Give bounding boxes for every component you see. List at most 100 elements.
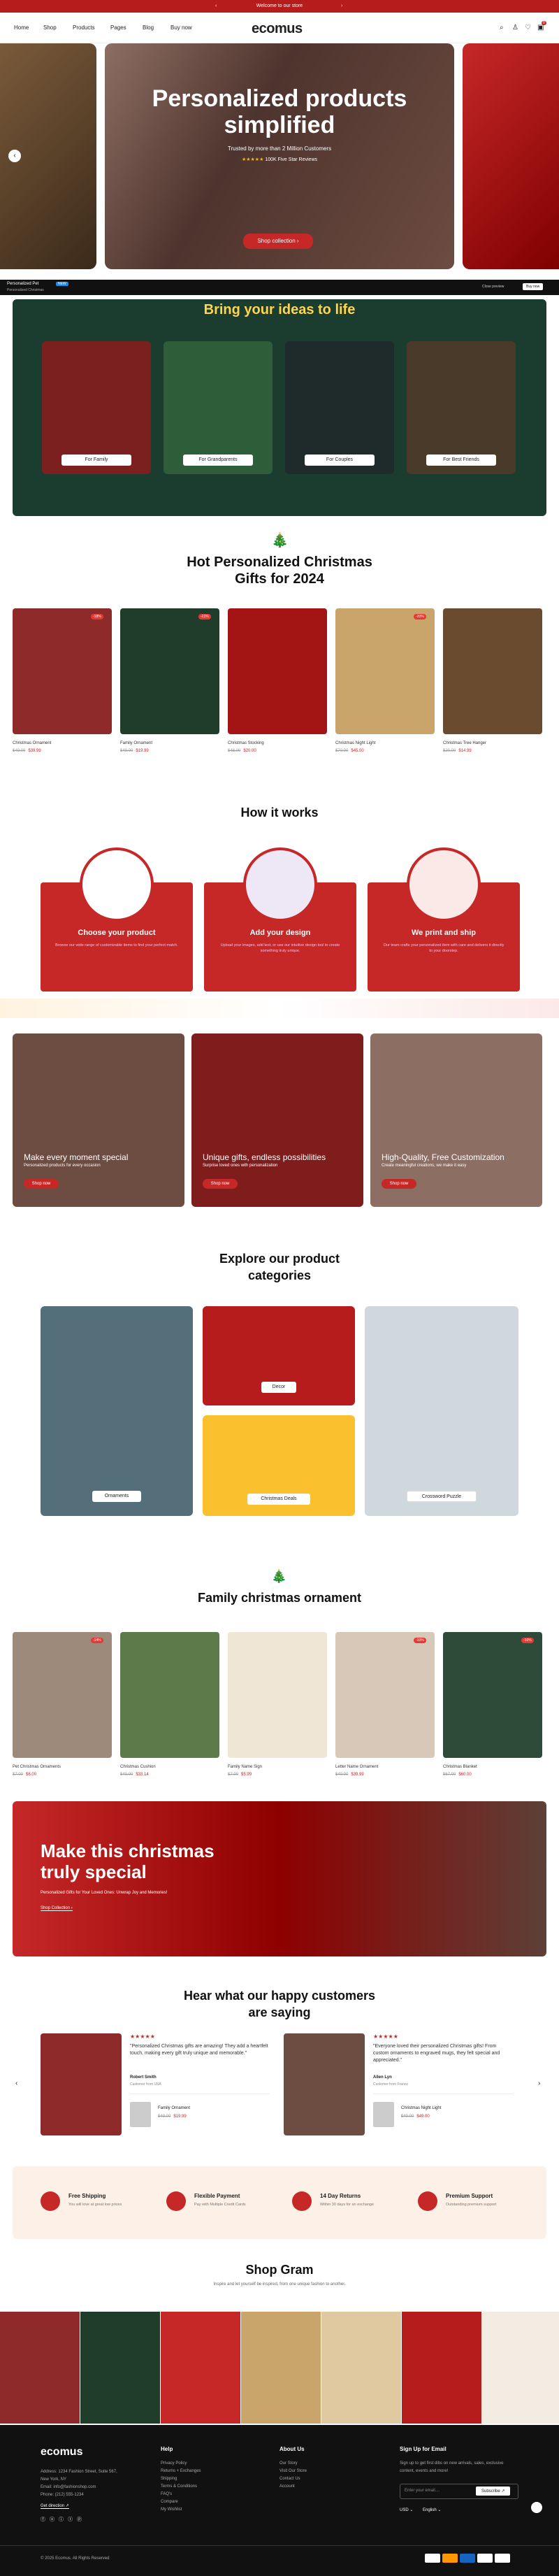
banner-shop-button[interactable]: Shop now (24, 1179, 59, 1189)
site-logo[interactable]: ecomus (252, 21, 303, 37)
idea-label-grandparents: For Grandparents (183, 455, 253, 466)
testimonial-product-name[interactable]: Family Ornament (158, 2106, 190, 2110)
gram-image[interactable] (482, 2312, 559, 2424)
product-title[interactable]: Letter Name Ornament (335, 1765, 378, 1769)
footer-phone[interactable]: Phone: (212) 555-1234 (41, 2491, 117, 2499)
category-ornaments[interactable]: Ornaments (41, 1306, 193, 1516)
testimonial-product-name[interactable]: Christmas Night Light (401, 2106, 441, 2110)
shopgram-title: Shop Gram (245, 2263, 314, 2277)
product-image[interactable] (335, 608, 435, 734)
instagram-icon[interactable]: ⓘ (59, 2517, 68, 2522)
product-title[interactable]: Christmas Blanket (443, 1765, 477, 1769)
product-title[interactable]: Christmas Night Light (335, 741, 375, 745)
footer-about-link[interactable]: Account (280, 2483, 307, 2491)
footer-directions[interactable]: Get direction ↗ (41, 2503, 69, 2509)
footer-help-link[interactable]: Shipping (161, 2475, 201, 2483)
testimonial-product-thumb[interactable] (130, 2102, 151, 2127)
prev-announcement-icon[interactable]: ‹ (215, 0, 217, 13)
testimonial-product-thumb[interactable] (373, 2102, 394, 2127)
product-image[interactable] (13, 608, 112, 734)
idea-card-grandparents[interactable]: For Grandparents (164, 341, 273, 474)
gram-image[interactable] (80, 2312, 160, 2424)
product-image[interactable] (443, 608, 542, 734)
footer-help-link[interactable]: Terms & Conditions (161, 2483, 201, 2491)
product-title[interactable]: Christmas Ornament (13, 741, 51, 745)
xmas-shop-button[interactable]: Shop Collection › (41, 1906, 73, 1911)
idea-card-family[interactable]: For Family (42, 341, 151, 474)
idea-card-couples[interactable]: For Couples (285, 341, 394, 474)
testimonial-prev-icon[interactable]: ‹ (15, 2080, 17, 2087)
discount-badge: -20% (414, 614, 426, 620)
feature-title: Premium Support (446, 2193, 493, 2199)
family-title: Family christmas ornament (197, 1591, 362, 1605)
product-price: $40.00 $33.14 (120, 1773, 149, 1777)
product-title[interactable]: Christmas Cushion (120, 1765, 156, 1769)
next-announcement-icon[interactable]: › (341, 0, 342, 13)
nav-shop[interactable]: Shop (43, 24, 57, 31)
promo-banner[interactable]: Unique gifts, endless possibilities Surpr… (191, 1033, 363, 1207)
category-crossword[interactable]: Crossword Puzzle (365, 1306, 518, 1516)
account-icon[interactable]: ♙ (512, 24, 518, 31)
footer-logo[interactable]: ecomus (41, 2446, 82, 2459)
nav-home[interactable]: Home (14, 24, 29, 31)
buy-now-button[interactable]: Buy now (523, 283, 544, 290)
footer-about-link[interactable]: Visit Our Store (280, 2468, 307, 2475)
language-select[interactable]: English (423, 2508, 437, 2512)
footer-email[interactable]: Email: info@fashionshop.com (41, 2484, 117, 2491)
discount-badge: -14% (91, 1638, 103, 1643)
product-title[interactable]: Family Ornament (120, 741, 152, 745)
footer-help-link[interactable]: Returns + Exchanges (161, 2468, 201, 2475)
product-image[interactable] (120, 608, 219, 734)
product-image[interactable] (228, 608, 327, 734)
category-christmas-deals[interactable]: Christmas Deals (203, 1415, 355, 1516)
footer-help-link[interactable]: FAQ's (161, 2491, 201, 2498)
hot-title-line2: Gifts for 2024 (235, 571, 324, 587)
nav-products[interactable]: Products (73, 24, 95, 31)
footer-help-link[interactable]: My Wishlist (161, 2506, 201, 2514)
gram-image[interactable] (161, 2312, 240, 2424)
footer-about-link[interactable]: Contact Us (280, 2475, 307, 2483)
tiktok-icon[interactable]: ⓣ (68, 2517, 77, 2522)
product-title[interactable]: Pet Christmas Ornaments (13, 1765, 61, 1769)
nav-buy-now[interactable]: Buy now (170, 24, 192, 31)
facebook-icon[interactable]: ⓕ (41, 2517, 50, 2522)
wishlist-icon[interactable]: ♡ (525, 24, 531, 31)
product-title[interactable]: Christmas Stocking (228, 741, 264, 745)
banner-shop-button[interactable]: Shop now (203, 1179, 238, 1189)
banner-shop-button[interactable]: Shop now (382, 1179, 416, 1189)
currency-select[interactable]: USD (400, 2508, 409, 2512)
back-to-top-button[interactable] (531, 2502, 542, 2513)
category-decor[interactable]: Decor (203, 1306, 355, 1405)
gram-image[interactable] (402, 2312, 481, 2424)
subscribe-button[interactable]: Subscribe ↗ (476, 2486, 511, 2496)
gram-image[interactable] (321, 2312, 401, 2424)
shopgram-sub: Inspire and let yourself be inspired, fr… (213, 2282, 346, 2287)
product-title[interactable]: Christmas Tree Hanger (443, 741, 486, 745)
nav-pages[interactable]: Pages (110, 24, 126, 31)
product-title[interactable]: Family Name Sign (228, 1765, 262, 1769)
product-image[interactable] (13, 1632, 112, 1758)
search-icon[interactable]: ⌕ (500, 24, 504, 31)
footer-help-link[interactable]: Compare (161, 2498, 201, 2506)
gram-image[interactable] (0, 2312, 80, 2424)
banner-title: Make every moment special (24, 1152, 129, 1162)
product-image[interactable] (335, 1632, 435, 1758)
testimonial-next-icon[interactable]: › (538, 2080, 540, 2087)
carousel-prev-button[interactable]: ‹ (8, 150, 21, 162)
pinterest-icon[interactable]: ⓟ (77, 2517, 86, 2522)
x-icon[interactable]: ⓧ (50, 2517, 59, 2522)
close-preview-button[interactable]: Close preview (482, 285, 504, 289)
footer-email-input[interactable]: Enter your email.... (405, 2489, 440, 2493)
promo-title: Personalized Pet (7, 282, 39, 286)
nav-blog[interactable]: Blog (143, 24, 154, 31)
footer-about-link[interactable]: Our Story (280, 2460, 307, 2468)
footer-help-link[interactable]: Privacy Policy (161, 2460, 201, 2468)
promo-banner[interactable]: Make every moment special Personalized pr… (13, 1033, 184, 1207)
gram-image[interactable] (241, 2312, 321, 2424)
product-image[interactable] (120, 1632, 219, 1758)
hero-shop-button[interactable]: Shop collection › (243, 234, 313, 249)
idea-card-friends[interactable]: For Best Friends (407, 341, 516, 474)
product-image[interactable] (443, 1632, 542, 1758)
promo-banner[interactable]: High-Quality, Free Customization Create m… (370, 1033, 542, 1207)
product-image[interactable] (228, 1632, 327, 1758)
